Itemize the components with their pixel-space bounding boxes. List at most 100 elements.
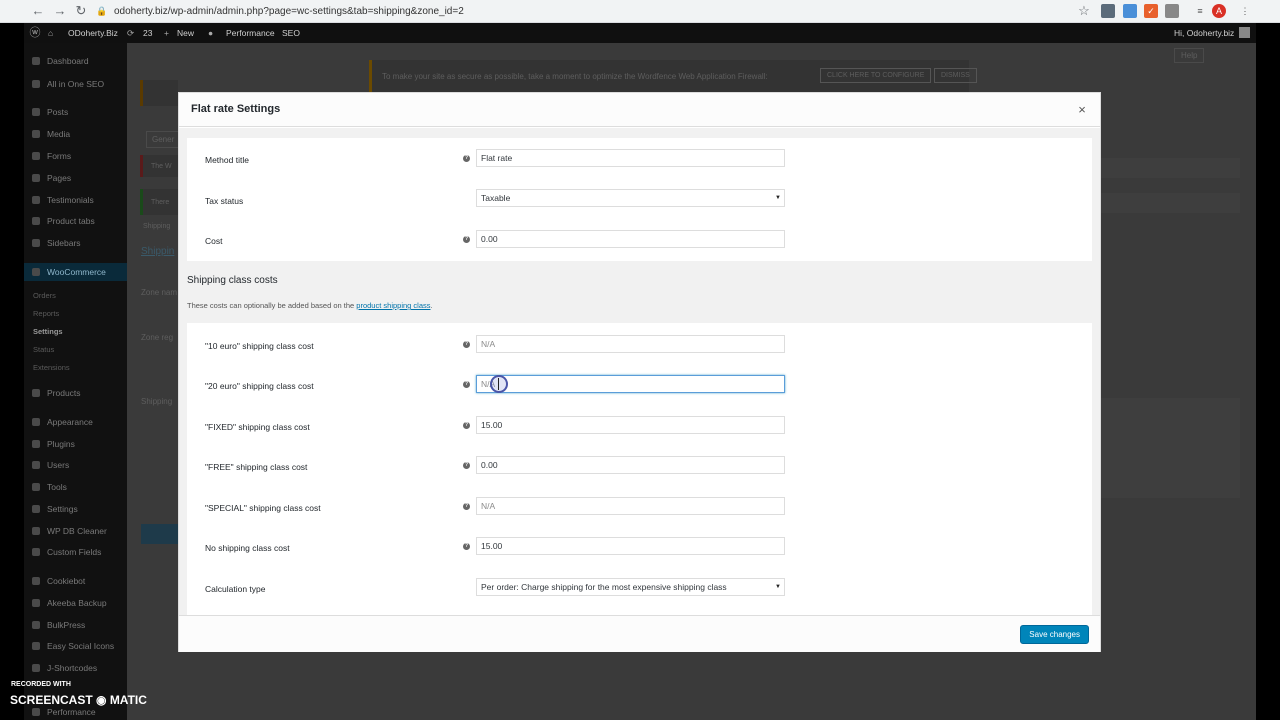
sidebar-item-woocommerce[interactable]: WooCommerce bbox=[24, 263, 127, 281]
calculation-type-select[interactable]: Per order: Charge shipping for the most … bbox=[476, 578, 785, 596]
extension-check-icon[interactable]: ✓ bbox=[1144, 4, 1158, 18]
sidebar-item-products[interactable]: Products bbox=[24, 384, 127, 402]
sidebar-item-settings[interactable]: Settings bbox=[24, 500, 127, 518]
sidebar-item-cookiebot[interactable]: Cookiebot bbox=[24, 572, 127, 590]
seo-menu[interactable]: SEO bbox=[282, 23, 300, 43]
kebab-menu-icon[interactable]: ⋮ bbox=[1238, 4, 1252, 18]
section-title: Shipping class costs bbox=[187, 275, 278, 286]
class-cost-label: "20 euro" shipping class cost bbox=[205, 381, 314, 391]
class-cost-input-special[interactable]: N/A bbox=[476, 497, 785, 515]
class-cost-label: "SPECIAL" shipping class cost bbox=[205, 503, 321, 513]
sidebar-sub-orders[interactable]: Orders bbox=[24, 288, 127, 304]
class-costs-panel: "10 euro" shipping class cost ? N/A "20 … bbox=[187, 323, 1092, 615]
address-bar[interactable]: 🔒 odoherty.biz/wp-admin/admin.php?page=wc… bbox=[96, 2, 1096, 20]
dismiss-button[interactable]: DISMISS bbox=[934, 68, 977, 83]
wordpress-logo-icon[interactable]: ⓦ bbox=[29, 23, 41, 43]
extension-shield-icon[interactable] bbox=[1101, 4, 1115, 18]
tax-status-label: Tax status bbox=[205, 196, 244, 206]
help-icon[interactable]: ? bbox=[463, 503, 470, 510]
help-tab[interactable]: Help bbox=[1174, 48, 1205, 63]
sidebar-item-product-tabs[interactable]: Product tabs bbox=[24, 212, 127, 230]
wordfence-notice-text: To make your site as secure as possible,… bbox=[382, 72, 768, 81]
configure-button[interactable]: CLICK HERE TO CONFIGURE bbox=[820, 68, 932, 83]
sidebar-item-dashboard[interactable]: Dashboard bbox=[24, 52, 127, 70]
sidebar-item-testimonials[interactable]: Testimonials bbox=[24, 191, 127, 209]
background-row bbox=[1100, 398, 1240, 498]
sidebar-item-appearance[interactable]: Appearance bbox=[24, 413, 127, 431]
class-cost-input-20-euro[interactable]: N/A bbox=[476, 375, 785, 393]
method-title-label: Method title bbox=[205, 155, 249, 165]
shipping-zones-link[interactable]: Shippin bbox=[141, 246, 174, 257]
social-icon bbox=[32, 642, 40, 650]
sidebar-sub-extensions[interactable]: Extensions bbox=[24, 360, 127, 376]
cost-input[interactable]: 0.00 bbox=[476, 230, 785, 248]
tax-status-select[interactable]: Taxable ▼ bbox=[476, 189, 785, 207]
method-title-input[interactable]: Flat rate bbox=[476, 149, 785, 167]
account-greeting[interactable]: Hi, Odoherty.biz bbox=[1174, 23, 1234, 43]
reload-icon[interactable]: ↻ bbox=[73, 3, 89, 19]
zone-region-label: Zone reg bbox=[141, 333, 174, 342]
help-icon[interactable]: ? bbox=[463, 543, 470, 550]
save-changes-button[interactable]: Save changes bbox=[1020, 625, 1089, 644]
class-cost-input-10-euro[interactable]: N/A bbox=[476, 335, 785, 353]
updates-icon[interactable]: ⟳ bbox=[127, 23, 134, 43]
general-tab[interactable]: Gener bbox=[146, 131, 181, 148]
account-avatar[interactable] bbox=[1239, 27, 1250, 38]
sidebar-item-users[interactable]: Users bbox=[24, 456, 127, 474]
sidebar-sub-settings[interactable]: Settings bbox=[24, 324, 127, 340]
performance-menu[interactable]: Performance bbox=[226, 23, 275, 43]
sidebar-item-plugins[interactable]: Plugins bbox=[24, 435, 127, 453]
sidebar-item-j-shortcodes[interactable]: J-Shortcodes bbox=[24, 659, 127, 677]
wp-update-notice bbox=[140, 80, 178, 106]
testimonials-icon bbox=[32, 196, 40, 204]
class-cost-label: No shipping class cost bbox=[205, 543, 290, 553]
sidebar-item-media[interactable]: Media bbox=[24, 125, 127, 143]
close-icon[interactable]: × bbox=[1074, 102, 1090, 118]
sidebar-item-easy-social-icons[interactable]: Easy Social Icons bbox=[24, 637, 127, 655]
profile-avatar[interactable]: A bbox=[1212, 4, 1226, 18]
no-class-cost-input[interactable]: 15.00 bbox=[476, 537, 785, 555]
site-name[interactable]: ODoherty.Biz bbox=[68, 23, 118, 43]
back-icon[interactable]: ← bbox=[30, 3, 46, 19]
database-icon bbox=[32, 527, 40, 535]
sidebar-item-posts[interactable]: Posts bbox=[24, 103, 127, 121]
updates-count[interactable]: 23 bbox=[143, 23, 152, 43]
url-text: odoherty.biz/wp-admin/admin.php?page=wc-… bbox=[114, 6, 464, 17]
sidebar-item-pages[interactable]: Pages bbox=[24, 169, 127, 187]
sidebar-item-akeeba-backup[interactable]: Akeeba Backup bbox=[24, 594, 127, 612]
class-cost-input-free[interactable]: 0.00 bbox=[476, 456, 785, 474]
performance-sidebar-icon bbox=[32, 708, 40, 716]
class-cost-input-fixed[interactable]: 15.00 bbox=[476, 416, 785, 434]
new-menu[interactable]: New bbox=[177, 23, 194, 43]
sidebar-item-tools[interactable]: Tools bbox=[24, 478, 127, 496]
bookmark-star-icon[interactable]: ☆ bbox=[1076, 3, 1092, 19]
plus-icon[interactable]: + bbox=[164, 23, 169, 43]
extension-screen-icon[interactable] bbox=[1123, 4, 1137, 18]
sidebar-item-all-in-one-seo[interactable]: All in One SEO bbox=[24, 75, 127, 93]
woocommerce-icon bbox=[32, 268, 40, 276]
appearance-icon bbox=[32, 418, 40, 426]
modal-header: Flat rate Settings × bbox=[179, 93, 1100, 127]
extension-camera-icon[interactable] bbox=[1165, 4, 1179, 18]
products-icon bbox=[32, 389, 40, 397]
bulkpress-icon bbox=[32, 621, 40, 629]
sidebar-item-bulkpress[interactable]: BulkPress bbox=[24, 616, 127, 634]
help-icon[interactable]: ? bbox=[463, 236, 470, 243]
help-icon[interactable]: ? bbox=[463, 155, 470, 162]
help-icon[interactable]: ? bbox=[463, 422, 470, 429]
menu-lines-icon[interactable]: ≡ bbox=[1193, 4, 1207, 18]
sidebar-sub-status[interactable]: Status bbox=[24, 342, 127, 358]
sidebar-sub-reports[interactable]: Reports bbox=[24, 306, 127, 322]
product-shipping-class-link[interactable]: product shipping class bbox=[356, 301, 430, 310]
caret-down-icon: ▼ bbox=[775, 195, 781, 201]
help-icon[interactable]: ? bbox=[463, 381, 470, 388]
forms-icon bbox=[32, 152, 40, 160]
sidebar-item-forms[interactable]: Forms bbox=[24, 147, 127, 165]
help-icon[interactable]: ? bbox=[463, 462, 470, 469]
sidebar-item-wp-db-cleaner[interactable]: WP DB Cleaner bbox=[24, 522, 127, 540]
forward-icon[interactable]: → bbox=[52, 3, 68, 19]
sidebar-item-sidebars[interactable]: Sidebars bbox=[24, 234, 127, 252]
help-icon[interactable]: ? bbox=[463, 341, 470, 348]
calculation-type-value: Per order: Charge shipping for the most … bbox=[481, 582, 727, 592]
sidebar-item-custom-fields[interactable]: Custom Fields bbox=[24, 543, 127, 561]
